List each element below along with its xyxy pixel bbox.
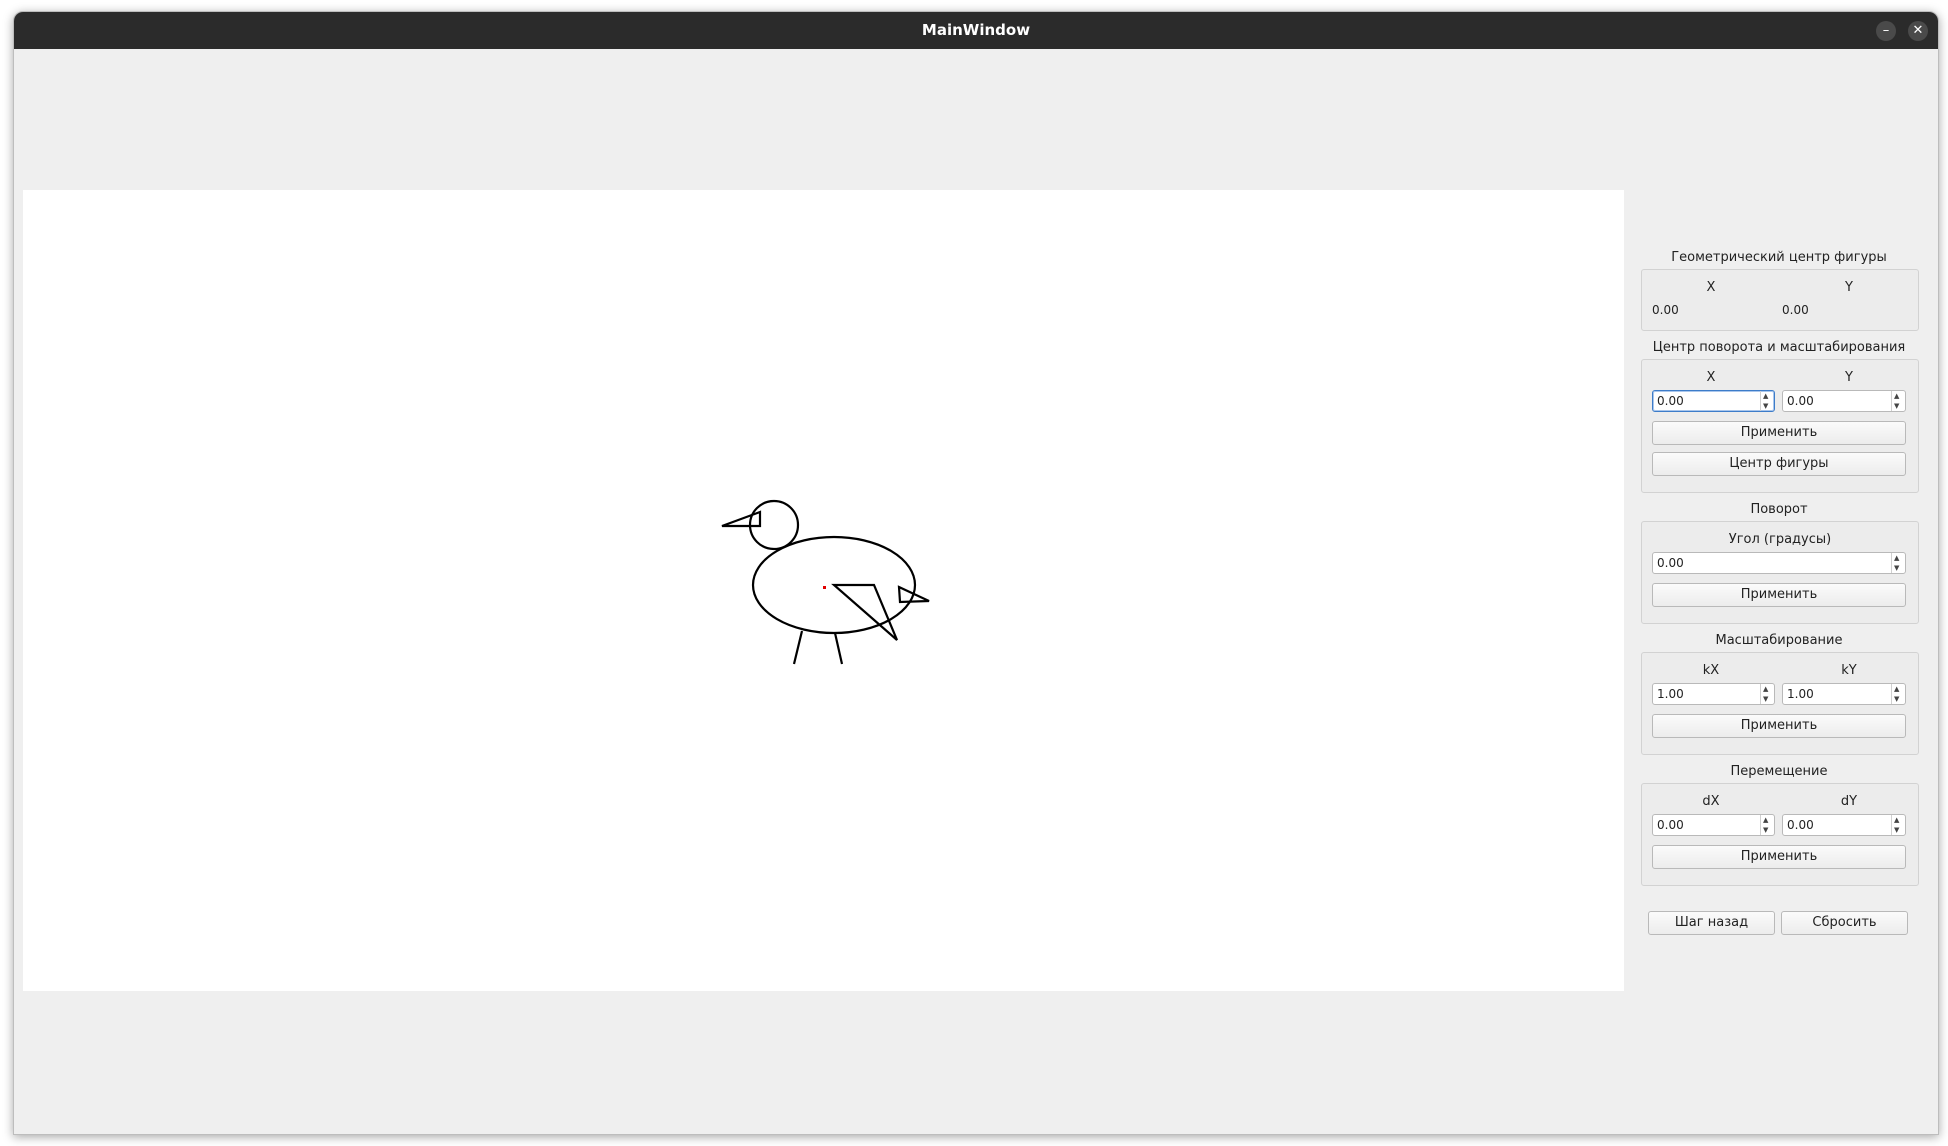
angle-value: 0.00 bbox=[1657, 556, 1684, 570]
kx-value: 1.00 bbox=[1657, 687, 1684, 701]
geom-y-label: Y bbox=[1845, 280, 1853, 295]
translation-group: dX dY 0.00 ▲ ▼ 0.00 ▲ ▼ Применить bbox=[1641, 783, 1919, 886]
geom-x-label: X bbox=[1706, 280, 1716, 295]
spin-arrows[interactable]: ▲ ▼ bbox=[1760, 684, 1774, 704]
bird-leg-left bbox=[792, 630, 804, 665]
chevron-up-icon[interactable]: ▲ bbox=[1894, 685, 1899, 693]
chevron-up-icon[interactable]: ▲ bbox=[1763, 816, 1768, 824]
rotation-center-apply-button[interactable]: Применить bbox=[1652, 421, 1906, 445]
bird-figure bbox=[721, 499, 930, 665]
kx-label: kX bbox=[1702, 663, 1720, 678]
geom-x-value: 0.00 bbox=[1652, 303, 1679, 317]
scaling-title: Масштабирование bbox=[1715, 633, 1843, 648]
rc-x-value: 0.00 bbox=[1657, 394, 1684, 408]
chevron-up-icon[interactable]: ▲ bbox=[1894, 816, 1899, 824]
spin-arrows[interactable]: ▲ ▼ bbox=[1891, 684, 1905, 704]
figure-svg bbox=[721, 499, 930, 665]
rotation-apply-button[interactable]: Применить bbox=[1652, 583, 1906, 607]
bird-leg-right bbox=[833, 632, 844, 665]
translation-title: Перемещение bbox=[1730, 764, 1828, 779]
ky-input[interactable]: 1.00 ▲ ▼ bbox=[1782, 683, 1906, 705]
chevron-up-icon[interactable]: ▲ bbox=[1894, 554, 1899, 562]
chevron-down-icon[interactable]: ▼ bbox=[1894, 564, 1899, 572]
dy-input[interactable]: 0.00 ▲ ▼ bbox=[1782, 814, 1906, 836]
chevron-down-icon[interactable]: ▼ bbox=[1763, 402, 1768, 410]
rotation-center-group: X Y 0.00 ▲ ▼ 0.00 ▲ ▼ Применить Центр фи… bbox=[1641, 359, 1919, 493]
spin-arrows[interactable]: ▲ ▼ bbox=[1760, 815, 1774, 835]
undo-button[interactable]: Шаг назад bbox=[1648, 911, 1775, 935]
spin-arrows[interactable]: ▲ ▼ bbox=[1760, 391, 1774, 411]
chevron-down-icon[interactable]: ▼ bbox=[1894, 826, 1899, 834]
scaling-group: kX kY 1.00 ▲ ▼ 1.00 ▲ ▼ Применить bbox=[1641, 652, 1919, 755]
spin-arrows[interactable]: ▲ ▼ bbox=[1891, 391, 1905, 411]
angle-label: Угол (градусы) bbox=[1728, 532, 1832, 547]
chevron-up-icon[interactable]: ▲ bbox=[1763, 392, 1768, 400]
translation-apply-button[interactable]: Применить bbox=[1652, 845, 1906, 869]
chevron-down-icon[interactable]: ▼ bbox=[1763, 826, 1768, 834]
rotation-title: Поворот bbox=[1750, 502, 1808, 517]
ky-label: kY bbox=[1841, 663, 1857, 678]
ky-value: 1.00 bbox=[1787, 687, 1814, 701]
geometric-center-point bbox=[823, 586, 826, 589]
main-window: MainWindow – ✕ Геометрический центр фигу… bbox=[13, 11, 1939, 1135]
rotation-group: Угол (градусы) 0.00 ▲ ▼ Применить bbox=[1641, 521, 1919, 624]
rc-x-label: X bbox=[1706, 370, 1716, 385]
chevron-up-icon[interactable]: ▲ bbox=[1763, 685, 1768, 693]
dy-value: 0.00 bbox=[1787, 818, 1814, 832]
bird-beak bbox=[721, 510, 762, 528]
rotation-center-y-input[interactable]: 0.00 ▲ ▼ bbox=[1782, 390, 1906, 412]
dy-label: dY bbox=[1840, 794, 1858, 809]
geom-center-title: Геометрический центр фигуры bbox=[1671, 250, 1887, 265]
angle-input[interactable]: 0.00 ▲ ▼ bbox=[1652, 552, 1906, 574]
scaling-apply-button[interactable]: Применить bbox=[1652, 714, 1906, 738]
geom-center-group: X Y 0.00 0.00 bbox=[1641, 269, 1919, 331]
rc-y-value: 0.00 bbox=[1787, 394, 1814, 408]
chevron-down-icon[interactable]: ▼ bbox=[1894, 695, 1899, 703]
reset-button[interactable]: Сбросить bbox=[1781, 911, 1908, 935]
kx-input[interactable]: 1.00 ▲ ▼ bbox=[1652, 683, 1775, 705]
spin-arrows[interactable]: ▲ ▼ bbox=[1891, 553, 1905, 573]
chevron-down-icon[interactable]: ▼ bbox=[1894, 402, 1899, 410]
spin-arrows[interactable]: ▲ ▼ bbox=[1891, 815, 1905, 835]
rotation-center-title: Центр поворота и масштабирования bbox=[1652, 340, 1906, 355]
figure-center-button[interactable]: Центр фигуры bbox=[1652, 452, 1906, 476]
chevron-up-icon[interactable]: ▲ bbox=[1894, 392, 1899, 400]
chevron-down-icon[interactable]: ▼ bbox=[1763, 695, 1768, 703]
geom-y-value: 0.00 bbox=[1782, 303, 1809, 317]
dx-value: 0.00 bbox=[1657, 818, 1684, 832]
control-panel: Геометрический центр фигуры X Y 0.00 0.0… bbox=[1640, 12, 1938, 1134]
dx-label: dX bbox=[1702, 794, 1720, 809]
drawing-canvas[interactable] bbox=[23, 190, 1624, 991]
dx-input[interactable]: 0.00 ▲ ▼ bbox=[1652, 814, 1775, 836]
rc-y-label: Y bbox=[1845, 370, 1853, 385]
rotation-center-x-input[interactable]: 0.00 ▲ ▼ bbox=[1652, 390, 1775, 412]
